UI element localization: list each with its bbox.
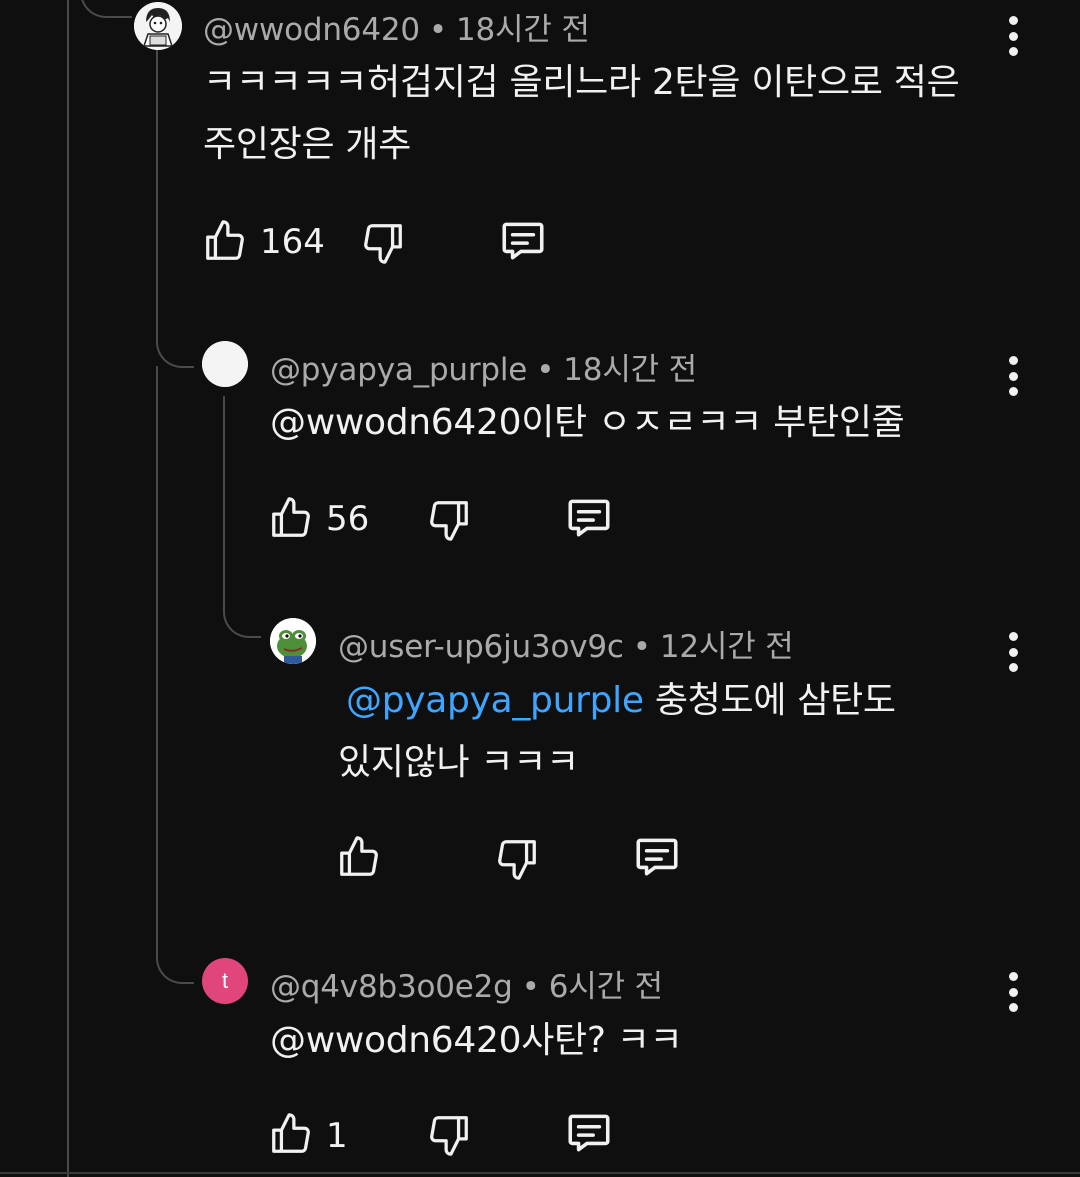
thumbs-down-icon: [498, 840, 536, 880]
reply-thread-line-2: [156, 366, 158, 926]
reply-comment-icon: [636, 838, 678, 876]
comment-header: @pyapya_purple • 18시간 전: [270, 344, 697, 389]
reply-comment-icon: [502, 222, 544, 260]
white-circle-avatar-icon: [202, 341, 248, 387]
dislike-button[interactable]: [494, 836, 540, 882]
more-vertical-icon[interactable]: [1003, 356, 1023, 396]
timestamp[interactable]: 6시간 전: [549, 969, 663, 1005]
comment-text: @wwodn6420사탄? ㅋㅋ: [270, 1010, 683, 1072]
author-handle[interactable]: @q4v8b3o0e2g: [270, 969, 513, 1005]
reply-button[interactable]: [498, 216, 548, 266]
thumbs-up-icon: [206, 220, 244, 260]
like-count: 1: [326, 1116, 348, 1156]
more-vertical-icon[interactable]: [1003, 16, 1023, 56]
nested-thread-line: [223, 396, 225, 596]
outer-thread-line: [67, 0, 69, 1177]
comment-header: @user-up6ju3ov9c • 12시간 전: [338, 621, 794, 666]
author-handle[interactable]: @wwodn6420: [203, 12, 420, 48]
bottom-divider: [0, 1172, 1080, 1174]
thumbs-down-icon: [430, 1116, 468, 1156]
reply-comment-icon: [568, 499, 610, 537]
timestamp[interactable]: 18시간 전: [563, 352, 697, 388]
drawn-character-avatar-icon: [134, 2, 182, 50]
reply-thread-line: [156, 48, 158, 308]
comment-text: ㅋㅋㅋㅋㅋ허겁지겁 올리느라 2탄을 이탄으로 적은 주인장은 개추: [203, 52, 960, 176]
comment-header: @wwodn6420 • 18시간 전: [203, 4, 590, 49]
separator-dot: •: [521, 969, 540, 1005]
reply-button[interactable]: [564, 1108, 614, 1158]
like-button[interactable]: [268, 1111, 314, 1157]
reply-button[interactable]: [564, 493, 614, 543]
separator-dot: •: [428, 12, 447, 48]
dislike-button[interactable]: [426, 1112, 472, 1158]
comment-text: @wwodn6420이탄 ㅇㅈㄹㅋㅋ 부탄인줄: [270, 392, 905, 454]
thumbs-up-icon: [272, 497, 310, 537]
comment-text: @pyapya_purple 충청도에 삼탄도 있지않나 ㅋㅋㅋ: [338, 670, 896, 794]
comment-text-rest: 충청도에 삼탄도: [643, 680, 896, 721]
thumbs-down-icon: [364, 224, 402, 264]
comment-line: @wwodn6420사탄? ㅋㅋ: [270, 1020, 683, 1061]
comment-line: ㅋㅋㅋㅋㅋ허겁지겁 올리느라 2탄을 이탄으로 적은: [203, 62, 960, 103]
dislike-button[interactable]: [360, 220, 406, 266]
reply-curve-1: [156, 306, 194, 368]
separator-dot: •: [536, 352, 555, 388]
avatar[interactable]: [134, 2, 182, 50]
reply-button[interactable]: [632, 832, 682, 882]
pepe-frog-avatar-icon: [270, 618, 316, 664]
comment-line: @wwodn6420이탄 ㅇㅈㄹㅋㅋ 부탄인줄: [270, 402, 905, 443]
thumbs-up-icon: [272, 1113, 310, 1153]
like-count: 164: [260, 222, 325, 262]
like-count: 56: [326, 499, 370, 539]
avatar[interactable]: t: [202, 958, 248, 1004]
like-button[interactable]: [268, 495, 314, 541]
timestamp[interactable]: 18시간 전: [456, 12, 590, 48]
comment-line: @pyapya_purple 충청도에 삼탄도: [346, 670, 896, 732]
comment-line: 있지않나 ㅋㅋㅋ: [338, 742, 579, 783]
avatar-letter: t: [221, 968, 229, 993]
top-thread-curve: [80, 0, 132, 18]
avatar[interactable]: [270, 618, 316, 664]
reply-curve-3: [156, 926, 194, 984]
nested-curve: [223, 594, 261, 638]
separator-dot: •: [632, 629, 651, 665]
mention-link[interactable]: @pyapya_purple: [346, 680, 644, 721]
author-handle[interactable]: @pyapya_purple: [270, 352, 527, 388]
more-vertical-icon[interactable]: [1003, 632, 1023, 672]
thumbs-up-icon: [340, 836, 378, 876]
thumbs-down-icon: [430, 501, 468, 541]
comment-thread: @wwodn6420 • 18시간 전 ㅋㅋㅋㅋㅋ허겁지겁 올리느라 2탄을 이탄으…: [0, 0, 1080, 1177]
more-vertical-icon[interactable]: [1003, 972, 1023, 1012]
avatar[interactable]: [202, 341, 248, 387]
like-button[interactable]: [202, 218, 248, 264]
author-handle[interactable]: @user-up6ju3ov9c: [338, 629, 624, 665]
timestamp[interactable]: 12시간 전: [660, 629, 794, 665]
dislike-button[interactable]: [426, 497, 472, 543]
reply-comment-icon: [568, 1114, 610, 1152]
comment-line: 주인장은 개추: [203, 124, 412, 165]
comment-header: @q4v8b3o0e2g • 6시간 전: [270, 961, 663, 1006]
like-button[interactable]: [336, 834, 382, 880]
